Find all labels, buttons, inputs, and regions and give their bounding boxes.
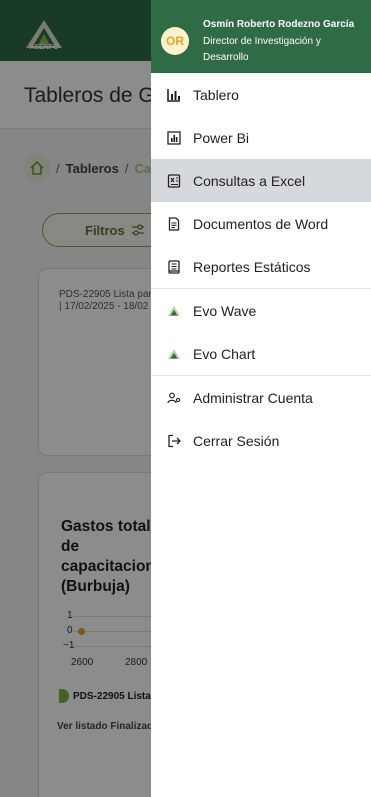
menu-item-tablero[interactable]: Tablero [151,73,371,116]
logout-icon [167,434,181,448]
user-name: Osmín Roberto Rodezno García [203,19,355,30]
drawer-menu: Tablero Power Bi Consultas a Excel Docum… [151,73,371,462]
account-settings-icon [167,391,181,405]
power-bi-icon [167,130,181,145]
evo-logo-icon [167,347,181,361]
side-drawer: OR Osmín Roberto Rodezno García Director… [151,0,371,797]
menu-item-cerrar-sesion[interactable]: Cerrar Sesión [151,419,371,462]
menu-item-label: Administrar Cuenta [193,389,313,406]
report-icon [167,259,181,274]
menu-item-label: Consultas a Excel [193,172,306,189]
menu-item-label: Tablero [193,86,239,103]
menu-item-label: Cerrar Sesión [193,432,280,449]
menu-item-label: Documentos de Word [193,215,329,232]
excel-icon [167,173,181,188]
menu-item-consultas-excel[interactable]: Consultas a Excel [151,159,371,202]
menu-item-label: Evo Wave [193,302,257,319]
menu-item-label: Power Bi [193,129,250,146]
menu-item-administrar-cuenta[interactable]: Administrar Cuenta [151,376,371,419]
menu-item-evo-wave[interactable]: Evo Wave [151,289,371,332]
menu-item-label: Reportes Estáticos [193,258,311,275]
menu-item-evo-chart[interactable]: Evo Chart [151,332,371,375]
menu-item-power-bi[interactable]: Power Bi [151,116,371,159]
avatar: OR [161,27,189,55]
menu-item-reportes-estaticos[interactable]: Reportes Estáticos [151,245,371,288]
menu-item-documentos-word[interactable]: Documentos de Word [151,202,371,245]
evo-logo-icon [167,304,181,318]
menu-item-label: Evo Chart [193,345,256,362]
drawer-header: OR Osmín Roberto Rodezno García Director… [151,0,371,73]
document-icon [167,216,181,231]
user-role: Director de Investigación y Desarrollo [203,36,321,63]
bar-chart-icon [167,88,181,102]
